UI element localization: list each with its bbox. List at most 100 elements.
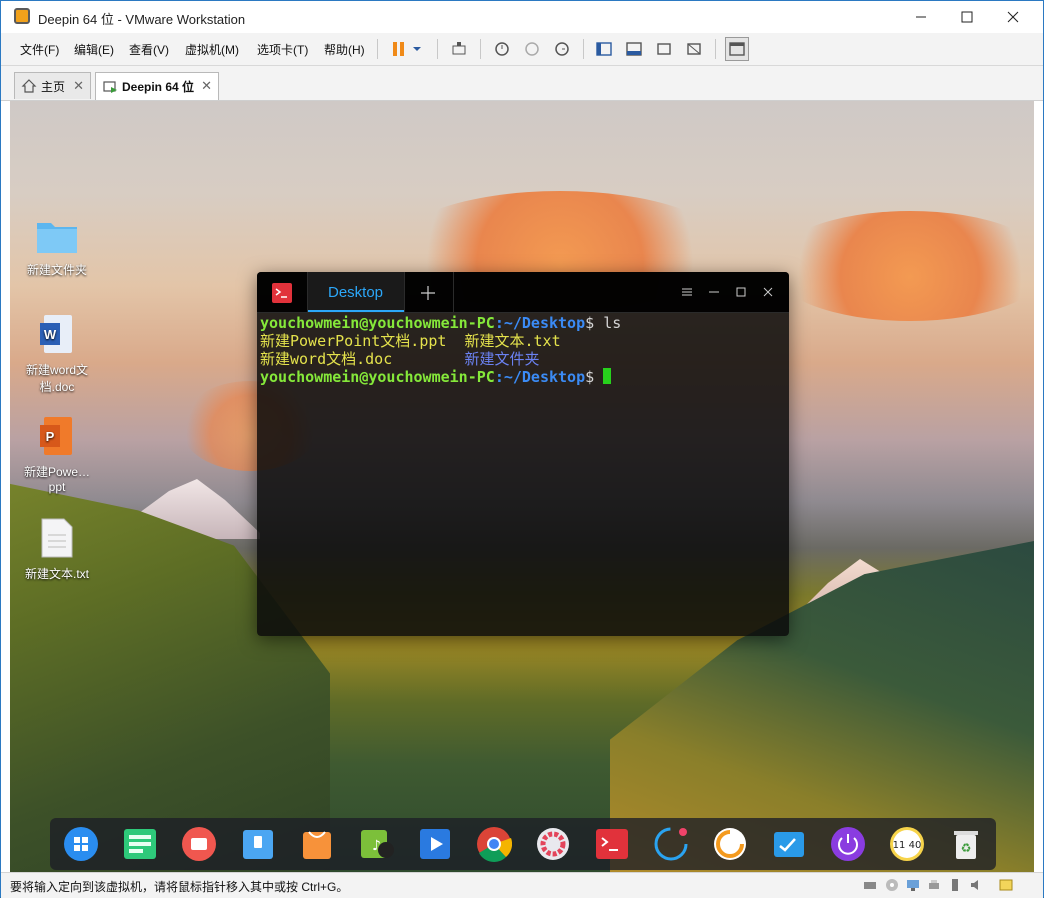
home-icon bbox=[21, 79, 37, 93]
desktop-icon-label: 新建Powe…ppt bbox=[23, 465, 91, 494]
menu-edit[interactable]: 编辑(E) bbox=[74, 41, 114, 58]
new-tab-icon[interactable] bbox=[419, 284, 437, 302]
tab-deepin-vm[interactable]: Deepin 64 位 ✕ bbox=[95, 72, 219, 100]
send-keys-icon[interactable] bbox=[450, 40, 468, 58]
snapshot-icon[interactable] bbox=[493, 40, 511, 58]
terminal-window[interactable]: Desktop youchowmein@youchowmein-PC:~/Des… bbox=[257, 272, 789, 636]
minimize-icon[interactable] bbox=[708, 286, 720, 298]
minimize-icon bbox=[916, 16, 926, 18]
sound-icon[interactable] bbox=[969, 878, 983, 892]
maximize-button[interactable] bbox=[944, 1, 990, 33]
status-bar: 要将输入定向到该虚拟机，请将鼠标指针移入其中或按 Ctrl+G。 bbox=[1, 872, 1043, 898]
screen-recorder-icon[interactable] bbox=[181, 826, 217, 862]
pause-icon[interactable] bbox=[390, 40, 408, 58]
terminal-tab-label: Desktop bbox=[328, 284, 384, 301]
prompt-user: youchowmein@youchowmein-PC bbox=[260, 368, 495, 386]
file-entry: 新建文本.txt bbox=[464, 332, 561, 350]
menu-vm[interactable]: 虚拟机(M) bbox=[185, 41, 239, 58]
clock-icon[interactable]: 11 40 bbox=[889, 826, 925, 862]
printer-icon[interactable] bbox=[927, 878, 941, 892]
status-message: 要将输入定向到该虚拟机，请将鼠标指针移入其中或按 Ctrl+G。 bbox=[10, 880, 349, 894]
minimize-button[interactable] bbox=[898, 1, 944, 33]
terminal-cursor bbox=[603, 368, 612, 384]
close-tab-icon[interactable]: ✕ bbox=[201, 78, 212, 94]
terminal-icon[interactable] bbox=[594, 826, 630, 862]
desktop-icon-word[interactable]: W 新建word文档.doc bbox=[19, 313, 95, 395]
browser-icon[interactable] bbox=[653, 826, 689, 862]
close-tab-icon[interactable]: ✕ bbox=[73, 78, 84, 94]
terminal-tab-desktop[interactable]: Desktop bbox=[307, 272, 405, 312]
close-icon[interactable] bbox=[762, 286, 774, 298]
multitask-icon[interactable] bbox=[122, 826, 158, 862]
snapshot-manager-icon[interactable] bbox=[553, 40, 571, 58]
toolbar-separator bbox=[377, 39, 378, 59]
toolbar-separator bbox=[715, 39, 716, 59]
chevron-down-icon[interactable] bbox=[411, 40, 423, 58]
system-monitor-icon[interactable] bbox=[771, 826, 807, 862]
toolbar-separator bbox=[437, 39, 438, 59]
tab-bar: 主页 ✕ Deepin 64 位 ✕ bbox=[1, 66, 1043, 101]
prompt-path: :~/Desktop bbox=[494, 368, 586, 386]
music-icon[interactable]: ♪ bbox=[358, 826, 394, 862]
power-icon[interactable] bbox=[830, 826, 866, 862]
menu-help[interactable]: 帮助(H) bbox=[324, 41, 365, 58]
terminal-titlebar: Desktop bbox=[257, 272, 789, 313]
full-screen-icon[interactable] bbox=[655, 40, 673, 58]
library-toggle-button[interactable] bbox=[725, 37, 749, 61]
terminal-output[interactable]: youchowmein@youchowmein-PC:~/Desktop$ ls… bbox=[260, 314, 621, 386]
file-manager-icon[interactable] bbox=[240, 826, 276, 862]
menu-file[interactable]: 文件(F) bbox=[20, 41, 59, 58]
active-tab-indicator bbox=[308, 310, 404, 312]
tab-home-label: 主页 bbox=[41, 79, 66, 94]
usb-icon[interactable] bbox=[948, 878, 962, 892]
app-store-icon[interactable] bbox=[299, 826, 335, 862]
menu-view[interactable]: 查看(V) bbox=[129, 41, 169, 58]
console-view-icon[interactable] bbox=[625, 40, 643, 58]
chrome-icon[interactable] bbox=[476, 826, 512, 862]
prompt-sign: $ bbox=[585, 314, 604, 332]
folder-icon bbox=[37, 223, 77, 253]
settings-icon[interactable] bbox=[535, 826, 571, 862]
tab-divider bbox=[453, 272, 454, 312]
svg-text:♪: ♪ bbox=[372, 838, 381, 854]
trash-icon[interactable]: ♻ bbox=[948, 826, 984, 862]
sidebar-toggle-icon[interactable] bbox=[595, 40, 613, 58]
title-bar: Deepin 64 位 - VMware Workstation bbox=[1, 1, 1043, 33]
prompt-sign: $ bbox=[585, 368, 604, 386]
menu-tabs[interactable]: 选项卡(T) bbox=[257, 41, 308, 58]
command-text: ls bbox=[603, 314, 622, 332]
desktop-icon-powerpoint[interactable]: P 新建Powe…ppt bbox=[19, 415, 95, 494]
close-icon bbox=[1007, 11, 1019, 23]
maximize-icon[interactable] bbox=[735, 286, 747, 298]
prompt-user: youchowmein@youchowmein-PC bbox=[260, 314, 495, 332]
desktop-icon-label: 新建文本.txt bbox=[24, 567, 89, 581]
prompt-path: :~/Desktop bbox=[494, 314, 586, 332]
powerpoint-icon: P bbox=[40, 417, 72, 455]
revert-snapshot-icon[interactable] bbox=[523, 40, 541, 58]
terminal-line: youchowmein@youchowmein-PC:~/Desktop$ bbox=[260, 368, 621, 386]
tab-deepin-label: Deepin 64 位 bbox=[122, 80, 195, 94]
menu-bar: 文件(F) 编辑(E) 查看(V) 虚拟机(M) 选项卡(T) 帮助(H) bbox=[1, 33, 1043, 66]
close-button[interactable] bbox=[990, 1, 1036, 33]
window-title: Deepin 64 位 - VMware Workstation bbox=[38, 12, 246, 27]
svg-text:P: P bbox=[46, 429, 55, 444]
maximize-icon bbox=[961, 11, 973, 23]
hard-disk-icon[interactable] bbox=[863, 878, 877, 892]
desktop-icon-text[interactable]: 新建文本.txt bbox=[19, 517, 95, 582]
menu-icon[interactable] bbox=[681, 286, 693, 298]
desktop-icon-label: 新建word文档.doc bbox=[25, 363, 88, 394]
message-log-icon[interactable] bbox=[999, 878, 1013, 892]
dir-entry: 新建文件夹 bbox=[464, 350, 540, 368]
screenshot-icon[interactable] bbox=[712, 826, 748, 862]
video-icon[interactable] bbox=[417, 826, 453, 862]
vm-screen[interactable]: 新建文件夹 W 新建word文档.doc P 新建Powe…ppt 新建文本.t… bbox=[10, 101, 1034, 872]
tab-home[interactable]: 主页 ✕ bbox=[14, 72, 91, 99]
desktop-icon-label: 新建文件夹 bbox=[26, 263, 87, 277]
desktop-icon-folder[interactable]: 新建文件夹 bbox=[19, 215, 95, 278]
unity-icon[interactable] bbox=[685, 40, 703, 58]
launcher-icon[interactable] bbox=[63, 826, 99, 862]
vmware-app-icon bbox=[14, 8, 30, 24]
toolbar-separator bbox=[480, 39, 481, 59]
network-icon[interactable] bbox=[906, 878, 920, 892]
cd-rom-icon[interactable] bbox=[885, 878, 899, 892]
